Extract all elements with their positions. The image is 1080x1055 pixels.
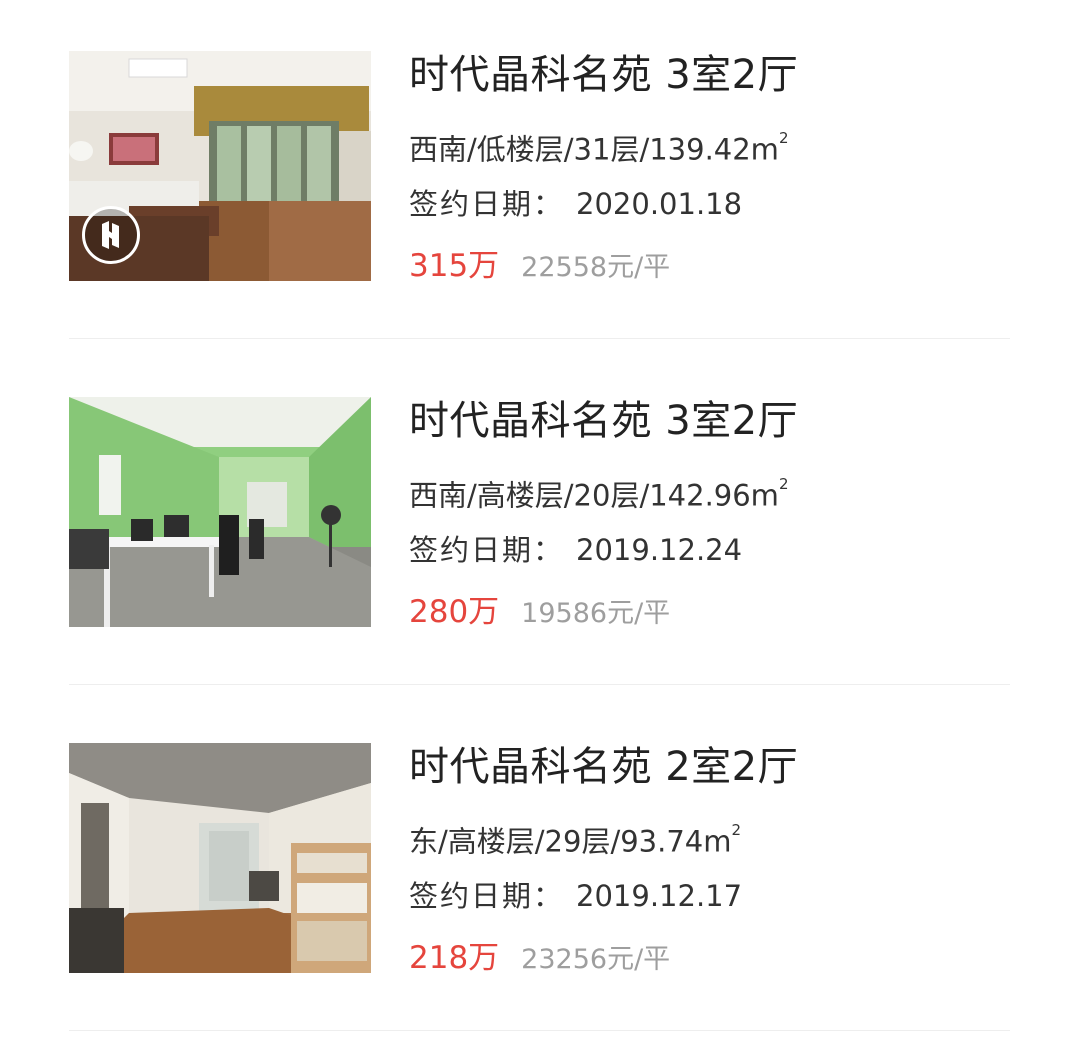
- unit-price: 23256元/平: [521, 944, 671, 975]
- listing-meta-text: 东/高楼层/29层/93.74m: [409, 824, 732, 859]
- vr-tour-icon[interactable]: [82, 206, 140, 264]
- listing-photo[interactable]: [69, 397, 371, 627]
- listing-meta-text: 西南/高楼层/20层/142.96m: [409, 478, 779, 513]
- listing-title: 时代晶科名苑 3室2厅: [409, 398, 799, 444]
- area-superscript: 2: [778, 129, 789, 147]
- divider: [69, 338, 1010, 339]
- total-price: 315万: [409, 248, 500, 284]
- listing-card[interactable]: 时代晶科名苑 3室2厅 西南/高楼层/20层/142.96m2 签约日期： 201…: [0, 346, 1080, 692]
- unit-price: 19586元/平: [521, 598, 671, 629]
- sign-date-row: 签约日期： 2019.12.24: [409, 527, 742, 573]
- area-superscript: 2: [778, 475, 789, 493]
- area-superscript: 2: [731, 821, 742, 839]
- price-row: 315万 22558元/平: [409, 243, 670, 291]
- sign-date-label: 签约日期：: [409, 187, 565, 221]
- sign-date-label: 签约日期：: [409, 879, 565, 913]
- listing-photo[interactable]: [69, 51, 371, 281]
- listing-title: 时代晶科名苑 3室2厅: [409, 52, 799, 98]
- listing-meta: 西南/高楼层/20层/142.96m2: [409, 467, 788, 519]
- divider: [69, 684, 1010, 685]
- listing-photo[interactable]: [69, 743, 371, 973]
- sign-date-row: 签约日期： 2020.01.18: [409, 181, 742, 227]
- listing-meta-text: 西南/低楼层/31层/139.42m: [409, 132, 779, 167]
- unit-price: 22558元/平: [521, 252, 671, 283]
- divider: [69, 1030, 1010, 1031]
- listing-meta: 西南/低楼层/31层/139.42m2: [409, 121, 788, 173]
- sign-date-value: 2019.12.17: [576, 879, 743, 913]
- listing-meta: 东/高楼层/29层/93.74m2: [409, 813, 741, 865]
- listing-card[interactable]: 时代晶科名苑 2室2厅 东/高楼层/29层/93.74m2 签约日期： 2019.…: [0, 692, 1080, 1038]
- price-row: 218万 23256元/平: [409, 935, 670, 983]
- sign-date-value: 2020.01.18: [576, 187, 743, 221]
- sign-date-label: 签约日期：: [409, 533, 565, 567]
- price-row: 280万 19586元/平: [409, 589, 670, 637]
- total-price: 280万: [409, 594, 500, 630]
- listing-card[interactable]: 时代晶科名苑 3室2厅 西南/低楼层/31层/139.42m2 签约日期： 202…: [0, 0, 1080, 346]
- listing-title: 时代晶科名苑 2室2厅: [409, 744, 799, 790]
- total-price: 218万: [409, 940, 500, 976]
- sign-date-value: 2019.12.24: [576, 533, 743, 567]
- sign-date-row: 签约日期： 2019.12.17: [409, 873, 742, 919]
